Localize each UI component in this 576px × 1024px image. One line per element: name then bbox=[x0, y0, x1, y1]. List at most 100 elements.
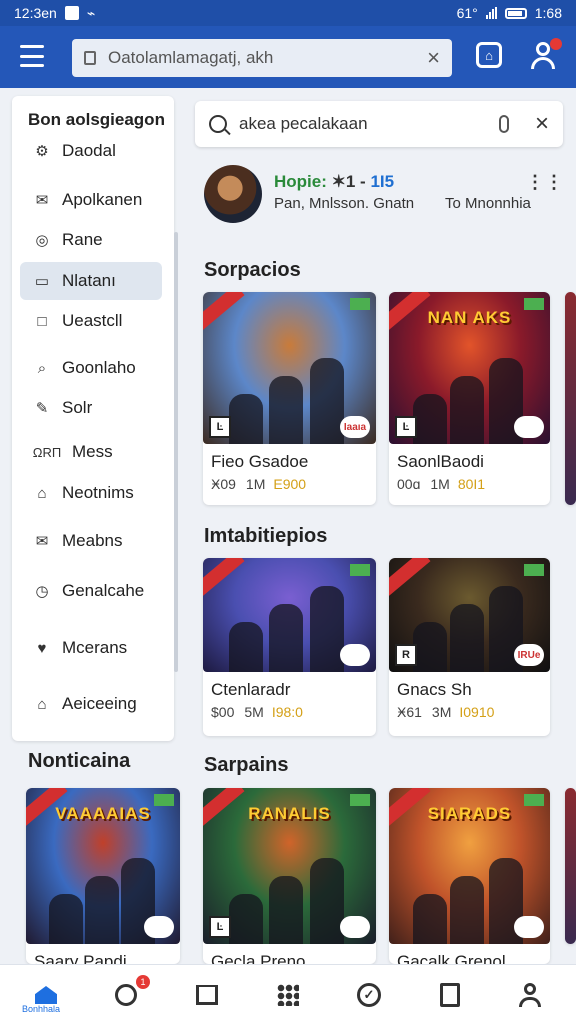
square-icon: □ bbox=[37, 312, 47, 330]
notifications-button[interactable]: ⌂ bbox=[476, 42, 502, 68]
nav-tasks[interactable]: ✓ bbox=[349, 975, 389, 1015]
notification-dot bbox=[550, 38, 562, 50]
game-badge bbox=[144, 916, 174, 938]
game-title: Gacalk Grenol bbox=[397, 952, 506, 964]
nav-library[interactable] bbox=[187, 975, 227, 1015]
sidebar-item-label: Apolkanen bbox=[62, 190, 143, 209]
nav-home-label: Bonhhala bbox=[22, 1004, 61, 1014]
game-card-peek[interactable] bbox=[565, 292, 576, 505]
flag-icon bbox=[524, 564, 544, 576]
sidebar-item-3[interactable]: ▭ Nlatanı bbox=[20, 262, 162, 300]
sidebar-item-label: Mcerans bbox=[62, 638, 128, 657]
character-figure bbox=[413, 394, 448, 444]
game-badge bbox=[514, 916, 544, 938]
character-figure bbox=[450, 376, 485, 444]
tab-icon bbox=[440, 983, 460, 1007]
meta-score: 80I1 bbox=[457, 476, 486, 492]
home-icon bbox=[35, 986, 57, 1004]
sidebar-item-11[interactable]: ♥ Mcerans bbox=[20, 629, 162, 667]
game-card[interactable]: Ŀ Iaaıa Fieo Gsadoe Ӿ09 1M E900 bbox=[203, 292, 376, 505]
nav-tabs[interactable] bbox=[430, 975, 470, 1015]
character-figure bbox=[49, 894, 84, 944]
game-badge bbox=[514, 416, 544, 438]
flag-icon bbox=[524, 794, 544, 806]
game-title: Gnacs Sh bbox=[397, 680, 472, 699]
profile-name: Hopie: ✶1 - 1I5 bbox=[274, 172, 395, 191]
sidebar-item-10[interactable]: ◷ Genalcahe bbox=[20, 572, 162, 610]
game-card[interactable]: SIARADS Gacalk Grenol bbox=[389, 788, 550, 964]
meta-price: 00ɑ bbox=[397, 476, 421, 492]
character-figure bbox=[268, 604, 303, 672]
search-input[interactable]: akea pecalakaan bbox=[239, 114, 499, 134]
character-figure bbox=[310, 586, 345, 672]
profile-avatar[interactable] bbox=[204, 165, 262, 223]
text-icon: ΩRΠ bbox=[32, 444, 62, 460]
nav-apps[interactable] bbox=[268, 975, 308, 1015]
clear-search-icon[interactable]: × bbox=[535, 110, 549, 138]
game-logo: NAN AKS bbox=[427, 308, 512, 327]
notification-icon bbox=[64, 6, 79, 20]
sidebar-item-0[interactable]: ⚙ Daodal bbox=[20, 132, 162, 170]
game-card[interactable]: R IRUe Gnacs Sh Ӿ61 3M I0910 bbox=[389, 558, 550, 736]
mic-icon[interactable] bbox=[498, 115, 509, 133]
nav-community[interactable]: 1 bbox=[106, 975, 150, 1015]
game-thumbnail: NAN AKS Ŀ bbox=[389, 292, 550, 444]
game-title: Ctenlaradr bbox=[211, 680, 291, 699]
game-title: SaonlBaodi bbox=[397, 452, 484, 471]
section-title-3: Sarpains bbox=[204, 754, 289, 776]
game-meta: Ӿ09 1M E900 bbox=[211, 476, 306, 492]
game-thumbnail: SIARADS bbox=[389, 788, 550, 944]
meta-count: 1M bbox=[430, 476, 450, 492]
game-title: Saary Papdi bbox=[34, 952, 127, 964]
search-icon: ⌕ bbox=[37, 359, 47, 377]
sidebar-item-12[interactable]: ⌂ Aeiceeing bbox=[20, 685, 162, 723]
sidebar-item-8[interactable]: ⌂ Neotnims bbox=[20, 474, 162, 512]
meta-score: I98:0 bbox=[271, 704, 303, 720]
status-battery: 1:68 bbox=[534, 5, 562, 21]
sidebar: Bon aolsgieagon ⚙ Daodal ✉ Apolkanen ◎ Rane ▭ N… bbox=[12, 96, 174, 741]
game-badge bbox=[340, 916, 370, 938]
flag-icon bbox=[350, 794, 370, 806]
sidebar-item-label: Goonlaho bbox=[62, 358, 136, 377]
search-bar[interactable]: akea pecalakaan × bbox=[195, 101, 563, 147]
check-icon: ✓ bbox=[357, 983, 381, 1007]
game-card[interactable]: Ctenlaradr $00 5M I98:0 bbox=[203, 558, 376, 736]
sidebar-item-2[interactable]: ◎ Rane bbox=[20, 221, 162, 259]
character-figure bbox=[268, 376, 303, 444]
clear-icon[interactable]: × bbox=[427, 45, 440, 71]
menu-icon[interactable] bbox=[20, 45, 44, 67]
sidebar-item-1[interactable]: ✉ Apolkanen bbox=[20, 181, 162, 219]
sidebar-item-9[interactable]: ✉ Meabns bbox=[20, 522, 162, 560]
heart-icon: ♥ bbox=[37, 639, 47, 657]
sidebar-item-label: Meabns bbox=[62, 531, 123, 550]
rating-tag: R bbox=[395, 644, 417, 666]
meta-count: 5M bbox=[244, 704, 264, 720]
sidebar-item-6[interactable]: ✎ Solr bbox=[20, 389, 162, 427]
sidebar-item-5[interactable]: ⌕ Goonlaho bbox=[20, 349, 162, 387]
sidebar-item-label: Genalcahe bbox=[62, 581, 145, 600]
meta-score: I0910 bbox=[459, 704, 495, 720]
game-card-peek[interactable] bbox=[565, 788, 576, 944]
character-figure bbox=[413, 894, 448, 944]
ribbon-icon bbox=[389, 558, 431, 600]
more-icon[interactable]: ⋮⋮ bbox=[526, 172, 564, 193]
ribbon-icon bbox=[203, 292, 245, 334]
game-card[interactable]: RANALIS Ŀ Gecla Preno bbox=[203, 788, 376, 964]
flag-icon bbox=[350, 564, 370, 576]
sidebar-item-4[interactable]: □ Ueastcll bbox=[20, 302, 162, 340]
character-figure bbox=[84, 876, 119, 944]
game-card[interactable]: NAN AKS Ŀ SaonlBaodi 00ɑ 1M 80I1 bbox=[389, 292, 550, 505]
nav-profile[interactable] bbox=[510, 975, 550, 1015]
signal-icon bbox=[485, 7, 497, 19]
meta-price: Ӿ61 bbox=[397, 704, 422, 720]
meta-count: 1M bbox=[245, 476, 266, 492]
book-icon bbox=[196, 985, 218, 1005]
top-search-bar[interactable]: Oatolamlamagatj, akh × bbox=[72, 39, 452, 77]
sidebar-item-7[interactable]: ΩRΠ Mess bbox=[20, 433, 162, 471]
game-thumbnail: RANALIS Ŀ bbox=[203, 788, 376, 944]
meta-count: 3M bbox=[431, 704, 452, 720]
battery-icon bbox=[504, 7, 527, 19]
account-button[interactable] bbox=[528, 38, 562, 70]
game-card[interactable]: VAAAAIAS Saary Papdi bbox=[26, 788, 180, 964]
sidebar-scrollbar[interactable] bbox=[174, 232, 178, 672]
